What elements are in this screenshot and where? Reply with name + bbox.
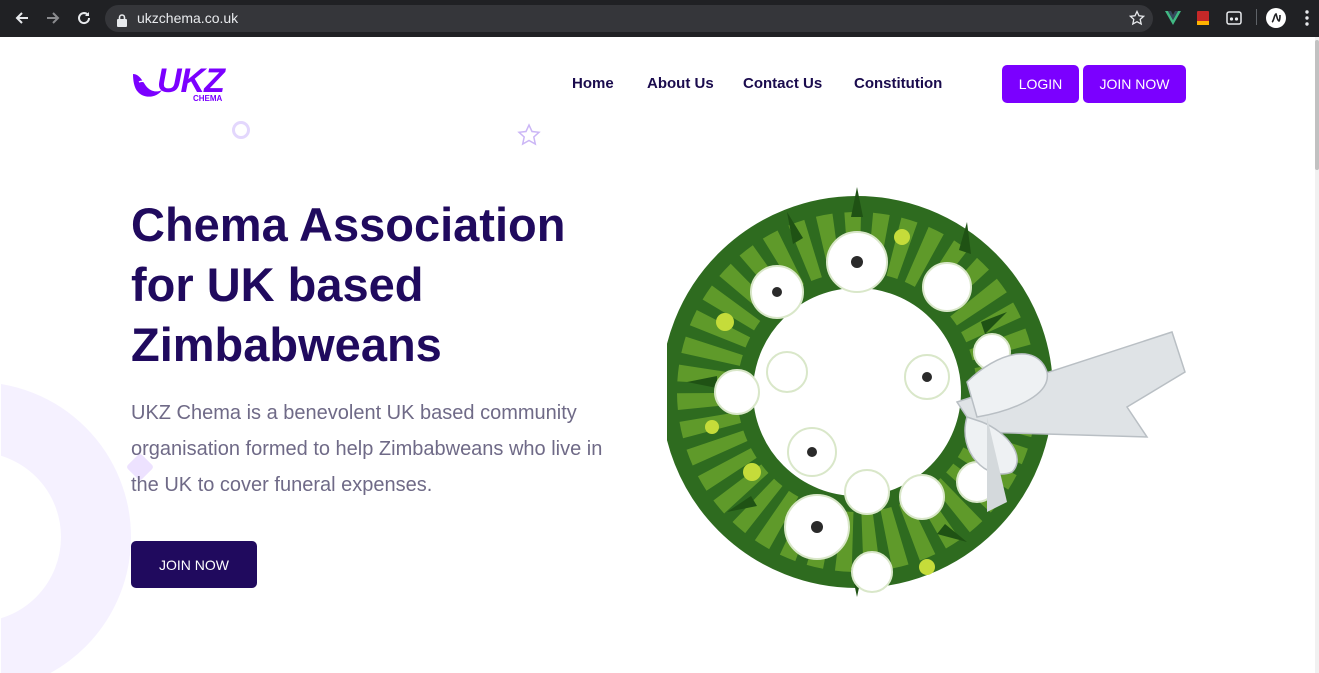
reload-icon[interactable]: [74, 8, 94, 28]
hero-title-line-2: for UK based: [131, 258, 424, 311]
decorative-ring: [1, 382, 131, 673]
hero-description: UKZ Chema is a benevolent UK based commu…: [131, 402, 603, 496]
site-logo[interactable]: UKZ CHEMA: [131, 62, 235, 106]
lock-icon[interactable]: [117, 12, 127, 31]
bookmark-extension-icon[interactable]: [1194, 9, 1212, 27]
nav-about-us[interactable]: About Us: [647, 75, 714, 92]
profile-avatar-icon[interactable]: [1266, 8, 1286, 28]
back-icon[interactable]: [12, 8, 32, 28]
hero-title: Chema Association for UK based Zimbabwea…: [131, 195, 651, 375]
nav-home[interactable]: Home: [572, 75, 614, 92]
browser-toolbar: ukzchema.co.uk: [0, 0, 1319, 37]
nav-constitution[interactable]: Constitution: [854, 75, 942, 92]
logo-subtext: CHEMA: [193, 94, 223, 103]
vue-devtools-icon[interactable]: [1164, 9, 1182, 27]
bookmark-star-icon[interactable]: [1128, 9, 1146, 30]
hero-title-line-3: Zimbabweans: [131, 318, 442, 371]
hero-title-line-1: Chema Association: [131, 198, 566, 251]
toolbar-divider: [1256, 9, 1257, 25]
menu-kebab-icon[interactable]: [1298, 9, 1316, 27]
url-text[interactable]: ukzchema.co.uk: [137, 10, 238, 26]
reader-extension-icon[interactable]: [1225, 9, 1243, 27]
join-now-header-button[interactable]: JOIN NOW: [1083, 65, 1186, 103]
login-button[interactable]: LOGIN: [1002, 65, 1079, 103]
forward-icon[interactable]: [43, 8, 63, 28]
address-bar[interactable]: ukzchema.co.uk: [105, 5, 1153, 32]
scrollbar-thumb[interactable]: [1315, 40, 1319, 170]
funeral-wreath-image: [661, 182, 1192, 602]
nav-contact-us[interactable]: Contact Us: [743, 75, 822, 92]
web-page: UKZ CHEMA Home About Us Contact Us Const…: [1, 37, 1315, 673]
join-now-hero-button[interactable]: JOIN NOW: [131, 541, 257, 588]
decorative-circle: [232, 121, 250, 139]
decorative-star-icon: [517, 123, 541, 151]
